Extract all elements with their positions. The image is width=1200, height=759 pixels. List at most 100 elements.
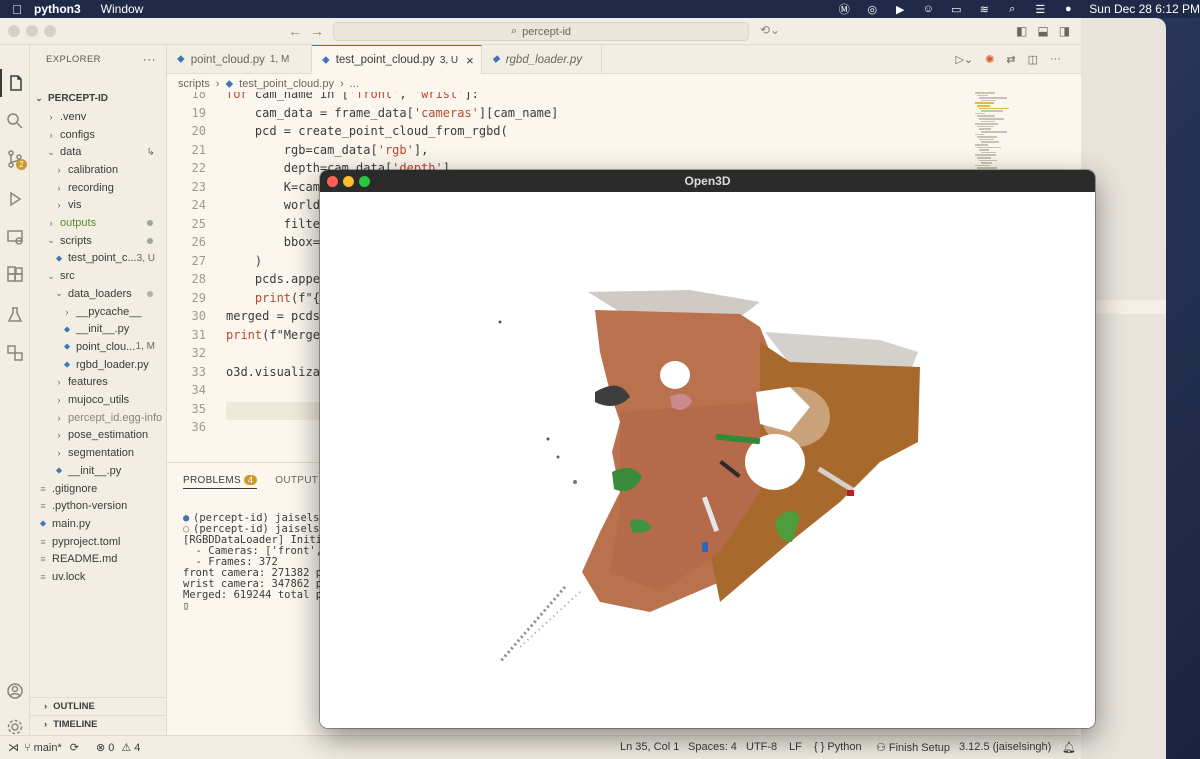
nav-back-icon[interactable]: ←: [288, 23, 302, 39]
extensions-icon[interactable]: [0, 261, 30, 289]
more-actions-icon[interactable]: ···: [1050, 53, 1061, 66]
split-editor-icon[interactable]: ◫: [1028, 53, 1038, 66]
cursor-position[interactable]: Ln 35, Col 1: [620, 741, 679, 753]
open3d-titlebar[interactable]: Open3D: [320, 170, 1095, 192]
tab-point-cloud[interactable]: ⬥ point_cloud.py 1, M: [167, 45, 312, 74]
tree-item[interactable]: ⬥ __init__.py: [30, 462, 167, 480]
apple-menu-icon[interactable]: : [0, 2, 34, 17]
git-branch[interactable]: ⑂ main* ⟳: [24, 741, 79, 755]
tree-item[interactable]: ⌄ data_loaders: [30, 285, 167, 303]
tab-rgbd-loader[interactable]: ⬥ rgbd_loader.py: [482, 45, 602, 74]
control-center-icon[interactable]: ☰: [1033, 3, 1047, 16]
more-actions-icon[interactable]: ···: [143, 52, 156, 66]
chevron-right-icon: ›: [57, 377, 61, 388]
breadcrumb-file[interactable]: test_point_cloud.py: [239, 78, 334, 90]
copilot-sparkle-icon[interactable]: ✺: [985, 53, 994, 66]
minimap[interactable]: [975, 92, 1075, 172]
wifi-icon[interactable]: ≋: [977, 3, 991, 16]
toggle-panel-icon[interactable]: ⬓: [1037, 24, 1048, 38]
source-control-icon[interactable]: 2: [0, 145, 30, 173]
chevron-down-icon: ⌄: [47, 146, 55, 157]
testing-icon[interactable]: [0, 301, 30, 329]
tree-item[interactable]: ⬥ test_point_c... 3, U: [30, 250, 167, 268]
tab-close-icon[interactable]: ×: [466, 53, 474, 68]
play-icon[interactable]: ▶: [893, 3, 907, 16]
breadcrumb-folder[interactable]: scripts: [178, 78, 210, 90]
tree-item[interactable]: › configs: [30, 126, 167, 144]
run-python-icon[interactable]: ▷⌄: [955, 53, 973, 66]
tree-item[interactable]: ≡ README.md: [30, 551, 167, 569]
window-close-button[interactable]: [8, 25, 20, 37]
breadcrumb-symbol[interactable]: ...: [350, 78, 359, 90]
tree-item[interactable]: ≡ uv.lock: [30, 568, 167, 586]
spotlight-search-icon[interactable]: ⌕: [1005, 3, 1019, 15]
containers-icon[interactable]: [0, 339, 30, 367]
panel-tabs: PROBLEMS 4 OUTPUT: [183, 475, 318, 489]
tree-item[interactable]: ≡ pyproject.toml: [30, 533, 167, 551]
tree-item[interactable]: ⬥ __init__.py: [30, 320, 167, 338]
siri-icon[interactable]: ●: [1061, 3, 1075, 15]
tab-test-point-cloud[interactable]: ⬥ test_point_cloud.py 3, U ×: [312, 45, 482, 74]
remote-indicator-icon[interactable]: ⋊: [8, 741, 19, 754]
workspace-root[interactable]: ⌄ PERCEPT-ID: [30, 90, 167, 108]
search-view-icon[interactable]: [0, 107, 30, 135]
problems-status[interactable]: ⊗ 0 ⚠ 4: [96, 741, 141, 755]
toggle-secondary-sidebar-icon[interactable]: ◨: [1059, 24, 1070, 38]
open3d-minimize-button[interactable]: [343, 176, 354, 187]
menubar-clock[interactable]: Sun Dec 28 6:12 PM: [1089, 2, 1200, 16]
chevron-right-icon: ›: [57, 182, 61, 193]
tree-item[interactable]: › pose_estimation: [30, 427, 167, 445]
tree-item[interactable]: ⬥ rgbd_loader.py: [30, 356, 167, 374]
battery-icon[interactable]: ▭: [949, 3, 963, 16]
point-cloud-viewport[interactable]: [320, 192, 1095, 728]
tree-item[interactable]: › segmentation: [30, 444, 167, 462]
tree-item[interactable]: ⌄ data ↳: [30, 143, 167, 161]
explorer-icon[interactable]: [0, 69, 30, 97]
nav-forward-icon[interactable]: →: [310, 23, 324, 39]
tree-item[interactable]: ≡ .python-version: [30, 497, 167, 515]
open3d-close-button[interactable]: [327, 176, 338, 187]
tree-item[interactable]: ⌄ src: [30, 267, 167, 285]
window-zoom-button[interactable]: [44, 25, 56, 37]
tree-item[interactable]: › vis: [30, 197, 167, 215]
tree-item[interactable]: › recording: [30, 179, 167, 197]
open3d-zoom-button[interactable]: [359, 176, 370, 187]
tab-output[interactable]: OUTPUT: [275, 475, 318, 489]
tree-item[interactable]: › percept_id.egg-info: [30, 409, 167, 427]
tree-item[interactable]: › calibration: [30, 161, 167, 179]
outline-section[interactable]: › OUTLINE: [30, 697, 167, 715]
language-mode[interactable]: { } Python: [814, 741, 862, 753]
menu-window[interactable]: Window: [101, 2, 144, 16]
tree-item[interactable]: ⬥ point_clou... 1, M: [30, 338, 167, 356]
tree-item[interactable]: › mujoco_utils: [30, 391, 167, 409]
command-center-search[interactable]: ⌕ percept-id: [333, 22, 749, 41]
python-interpreter[interactable]: 3.12.5 (jaiselsingh): [959, 741, 1051, 753]
run-debug-icon[interactable]: [0, 185, 30, 213]
face-icon[interactable]: ☺: [921, 3, 935, 15]
timeline-section[interactable]: › TIMELINE: [30, 715, 167, 733]
compare-changes-icon[interactable]: ⇄: [1006, 53, 1015, 66]
accounts-icon[interactable]: [0, 677, 30, 705]
tree-item[interactable]: ⌄ scripts: [30, 232, 167, 250]
tab-problems[interactable]: PROBLEMS 4: [183, 475, 258, 489]
notifications-bell-icon[interactable]: 🔔︎: [1062, 741, 1076, 754]
tree-item[interactable]: ⬥ main.py: [30, 515, 167, 533]
sync-icon[interactable]: ◎: [865, 3, 879, 16]
marker-blue-cap: [702, 542, 708, 552]
warning-count: 4: [134, 741, 141, 754]
encoding[interactable]: UTF-8: [746, 741, 777, 753]
m-app-icon[interactable]: Ⓜ: [837, 3, 851, 16]
window-minimize-button[interactable]: [26, 25, 38, 37]
tree-item[interactable]: › __pycache__: [30, 303, 167, 321]
indentation[interactable]: Spaces: 4: [688, 741, 737, 753]
copilot-icon[interactable]: ⟲⌄: [760, 23, 780, 37]
tree-item[interactable]: › outputs: [30, 214, 167, 232]
tree-item[interactable]: › features: [30, 374, 167, 392]
toggle-sidebar-icon[interactable]: ◧: [1016, 24, 1027, 38]
tree-item[interactable]: › .venv: [30, 108, 167, 126]
end-of-line[interactable]: LF: [789, 741, 802, 753]
tree-item[interactable]: ≡ .gitignore: [30, 480, 167, 498]
remote-explorer-icon[interactable]: [0, 223, 30, 251]
app-menu-python3[interactable]: python3: [34, 2, 81, 16]
finish-setup[interactable]: ⚇ Finish Setup: [876, 741, 950, 755]
